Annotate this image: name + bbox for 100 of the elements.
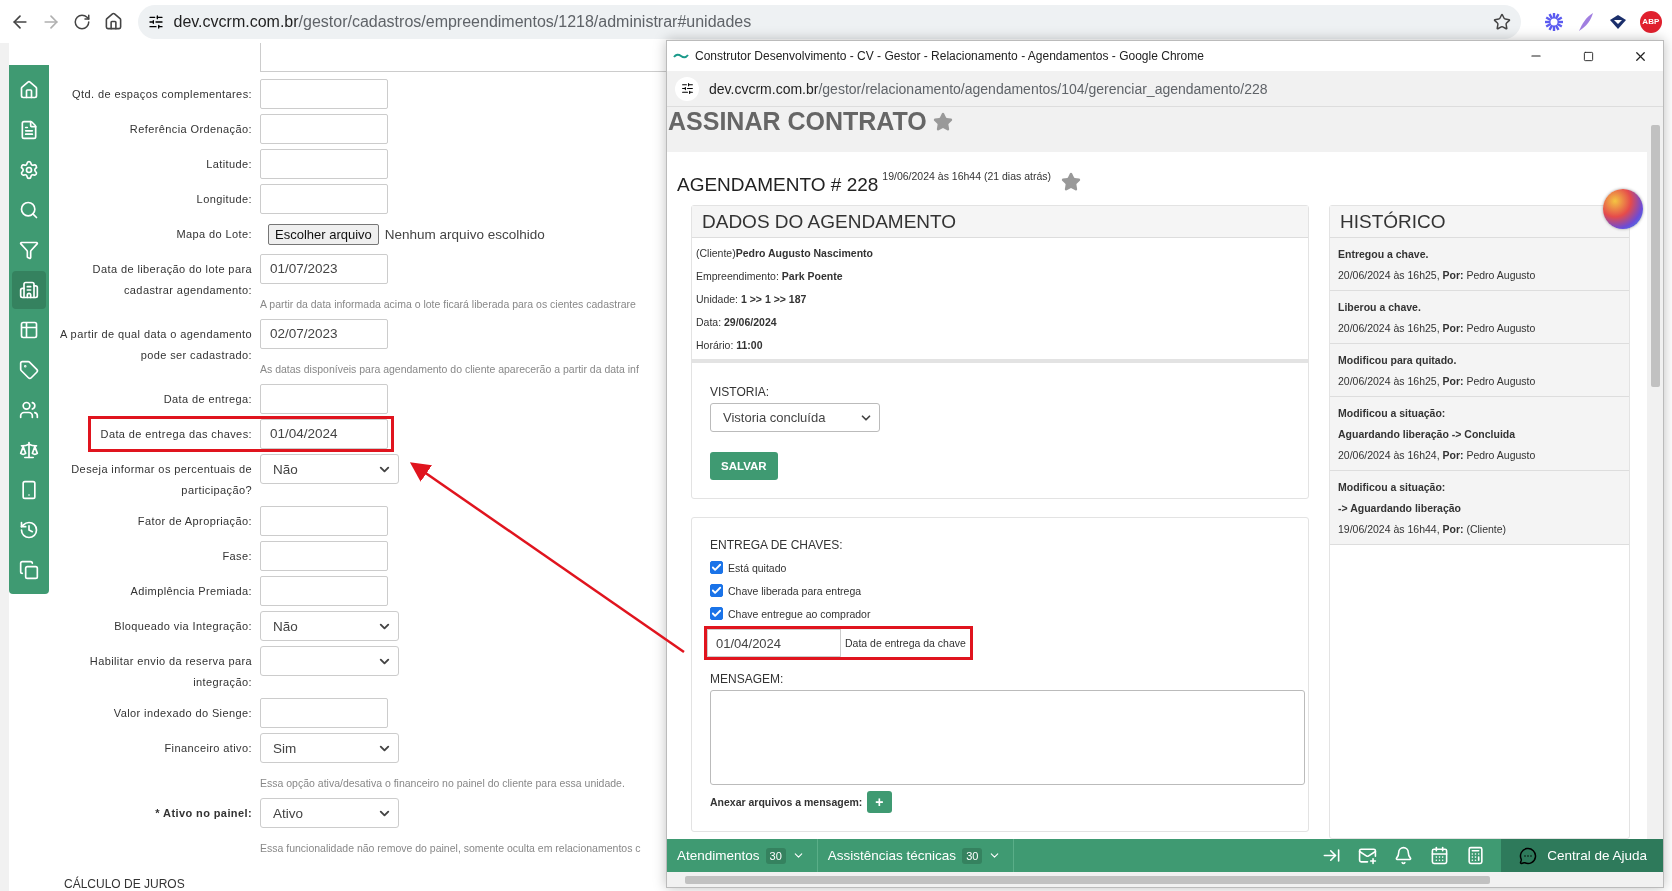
site-settings-icon[interactable] (147, 13, 164, 30)
detail-line: Horário: 11:00 (696, 338, 764, 353)
text-input[interactable] (260, 698, 388, 728)
field-label: Qtd. de espaços complementares: (71, 87, 252, 102)
text-input[interactable] (260, 506, 388, 536)
checkbox[interactable] (710, 584, 723, 597)
field-label: Habilitar envio da reserva para integração: (88, 654, 252, 690)
text-input[interactable] (260, 541, 388, 571)
text-input[interactable] (260, 384, 388, 414)
adblock-icon[interactable]: ABP (1639, 10, 1662, 33)
history-event: Aguardando liberação -> Concluida (1338, 427, 1517, 442)
checkbox-label: Chave entregue ao comprador (728, 607, 871, 620)
wave-icon (673, 52, 689, 60)
scrollbar-thumb[interactable] (685, 876, 1490, 884)
section-heading: CÁLCULO DE JUROS (64, 877, 186, 891)
detail-line: (Cliente)Pedro Augusto Nascimento (696, 246, 874, 261)
home-icon[interactable] (103, 12, 123, 31)
home-icon (19, 80, 39, 100)
history-event: Modificou a situação: (1338, 406, 1447, 421)
collapse-icon[interactable] (1321, 846, 1341, 865)
text-input[interactable]: 02/07/2023 (260, 319, 388, 349)
url-text: dev.cvcrm.com.br/gestor/relacionamento/agendamentos/104/gerenciar_agendamento/228 (709, 80, 1268, 97)
history-meta: 20/06/2024 às 16h25, Por: Pedro Augusto (1338, 321, 1537, 336)
url-text: dev.cvcrm.com.br/gestor/cadastros/empreendimentos/1218/administrar#unidades (173, 12, 753, 31)
field-label: Mapa do Lote: (175, 227, 252, 242)
count-badge: 30 (765, 847, 786, 864)
field-hint: Essa funcionalidade não remove do painel, somente oculta em relacionamentos c (260, 841, 641, 855)
address-bar[interactable]: dev.cvcrm.com.br/gestor/cadastros/empreendimentos/1218/administrar#unidades (137, 4, 1521, 39)
checkbox[interactable] (710, 561, 723, 574)
feather-icon[interactable] (1576, 11, 1595, 32)
field-label: Longitude: (195, 192, 252, 207)
emblem-icon[interactable] (1609, 13, 1628, 30)
select-field[interactable] (260, 646, 399, 676)
history-event: Entregou a chave. (1338, 247, 1430, 262)
site-settings-icon (680, 82, 694, 95)
detail-line: Unidade: 1 >> 1 >> 187 (696, 292, 808, 307)
appointment-title: AGENDAMENTO # 228 (677, 174, 879, 196)
tag-icon (19, 360, 39, 380)
field-label: Data de entrega das chaves: (99, 427, 252, 442)
file-status: Nenhum arquivo escolhido (384, 226, 545, 242)
text-input[interactable]: 01/04/2024 (260, 419, 388, 449)
text-input[interactable] (260, 79, 388, 109)
text-input[interactable] (260, 149, 388, 179)
burst-icon[interactable] (1543, 11, 1564, 32)
field-label: Bloqueado via Integração: (113, 619, 252, 634)
card-title: DADOS DO AGENDAMENTO (702, 210, 957, 233)
table-icon (19, 320, 39, 340)
field-label: Latitude: (205, 157, 252, 172)
field-label: Adimplência Premiada: (129, 584, 252, 599)
checkbox[interactable] (710, 607, 723, 620)
star-icon[interactable] (1061, 172, 1082, 192)
card-title: HISTÓRICO (1340, 210, 1446, 233)
horizontal-scrollbar[interactable] (667, 872, 1663, 887)
field-label: Deseja informar os percentuais de participação? (70, 462, 252, 498)
sidebar-item[interactable] (12, 271, 46, 309)
inspection-select[interactable]: Vistoria concluída (710, 403, 880, 432)
field-hint: Essa opção ativa/desativa o financeiro no painel do cliente para essa unidade. (260, 776, 625, 790)
star-icon[interactable] (932, 111, 953, 132)
help-button[interactable]: Central de Ajuda (1501, 839, 1663, 872)
settings-icon (19, 160, 39, 180)
site-settings-button[interactable] (675, 76, 699, 101)
select-field[interactable]: Ativo (260, 798, 399, 828)
date-label: Data de entrega da chave (844, 637, 967, 649)
calendar-icon[interactable] (1429, 846, 1449, 865)
history-meta: 20/06/2024 às 16h25, Por: Pedro Augusto (1338, 374, 1537, 389)
count-badge: 30 (962, 847, 983, 864)
date-input[interactable]: 01/04/2024 (707, 629, 841, 657)
field-label: Fase: (221, 549, 252, 564)
bell-icon[interactable] (1393, 846, 1413, 865)
assistant-orb-icon[interactable] (1603, 189, 1643, 229)
field-hint: As datas disponíveis para agendamento do cliente aparecerão a partir da data inf (260, 362, 639, 376)
text-input[interactable] (260, 576, 388, 606)
checkbox-label: Está quitado (728, 561, 787, 574)
bookmark-star-icon[interactable] (1492, 12, 1511, 31)
history-meta: 19/06/2024 às 16h44, Por: (Cliente) (1338, 522, 1508, 537)
phone-icon (19, 480, 39, 500)
window-title: Construtor Desenvolvimento - CV - Gestor - Relacionamento - Agendamentos - Google Chrome (695, 49, 1205, 63)
message-field[interactable] (710, 690, 1305, 785)
history-meta: 20/06/2024 às 16h25, Por: Pedro Augusto (1338, 268, 1537, 283)
field-label: Valor indexado do Sienge: (112, 706, 252, 721)
mail-icon[interactable] (1357, 846, 1377, 865)
text-input[interactable] (260, 184, 388, 214)
select-field[interactable]: Não (260, 454, 399, 484)
reload-icon[interactable] (73, 12, 92, 31)
chat-icon (1519, 846, 1538, 865)
section-label: VISTORIA: (710, 385, 770, 399)
calculator-icon[interactable] (1465, 846, 1485, 865)
history-event: Modificou a situação: (1338, 480, 1447, 495)
vertical-scrollbar[interactable] (1647, 107, 1663, 839)
section-label: ENTREGA DE CHAVES: (710, 538, 843, 552)
text-input[interactable] (260, 114, 388, 144)
select-field[interactable]: Não (260, 611, 399, 641)
scale-icon (19, 440, 39, 460)
field-label: Data de entrega: (162, 392, 252, 407)
text-input[interactable]: 01/07/2023 (260, 254, 388, 284)
select-field[interactable]: Sim (260, 733, 399, 763)
choose-file-button[interactable]: Escolher arquivo (268, 223, 379, 245)
detail-line: Empreendimento: Park Poente (696, 269, 844, 284)
field-label: Fator de Apropriação: (136, 514, 252, 529)
scrollbar-thumb[interactable] (1651, 125, 1660, 387)
